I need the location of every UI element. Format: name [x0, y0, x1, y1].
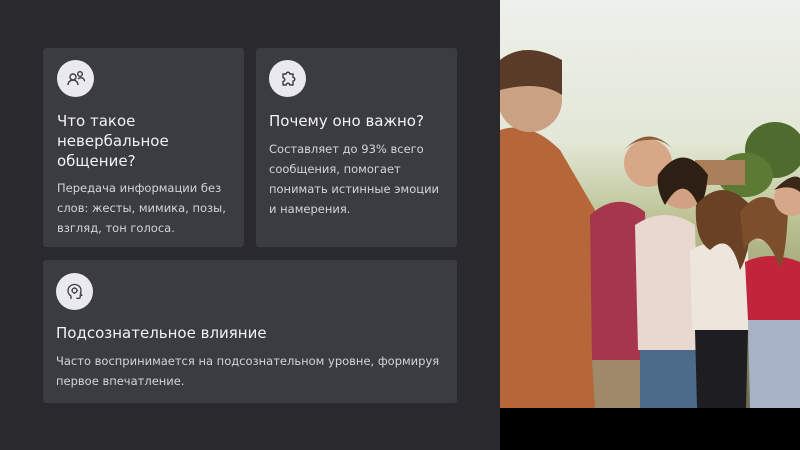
info-card-importance: Почему оно важно? Составляет до 93% всег… — [256, 48, 457, 247]
card-text: Составляет до 93% всего сообщения, помог… — [269, 142, 440, 216]
people-icon — [57, 60, 94, 97]
puzzle-icon — [269, 60, 306, 97]
content-panel: Что такое невербальное общение? Передача… — [0, 0, 500, 450]
card-title: Подсознательное влияние — [56, 324, 267, 342]
brain-head-icon — [56, 273, 93, 310]
photo-bottom-bar — [500, 408, 800, 450]
group-photo-illustration — [500, 0, 800, 408]
card-title: Почему оно важно? — [269, 112, 424, 130]
info-card-nonverbal: Что такое невербальное общение? Передача… — [43, 48, 244, 247]
card-text: Часто воспринимается на подсознательном … — [56, 354, 440, 388]
info-card-subconscious: Подсознательное влияние Часто воспринима… — [43, 260, 457, 403]
group-photo — [500, 0, 800, 408]
card-text: Передача информации без слов: жесты, мим… — [57, 181, 226, 235]
card-title: Что такое невербальное общение? — [57, 112, 169, 170]
